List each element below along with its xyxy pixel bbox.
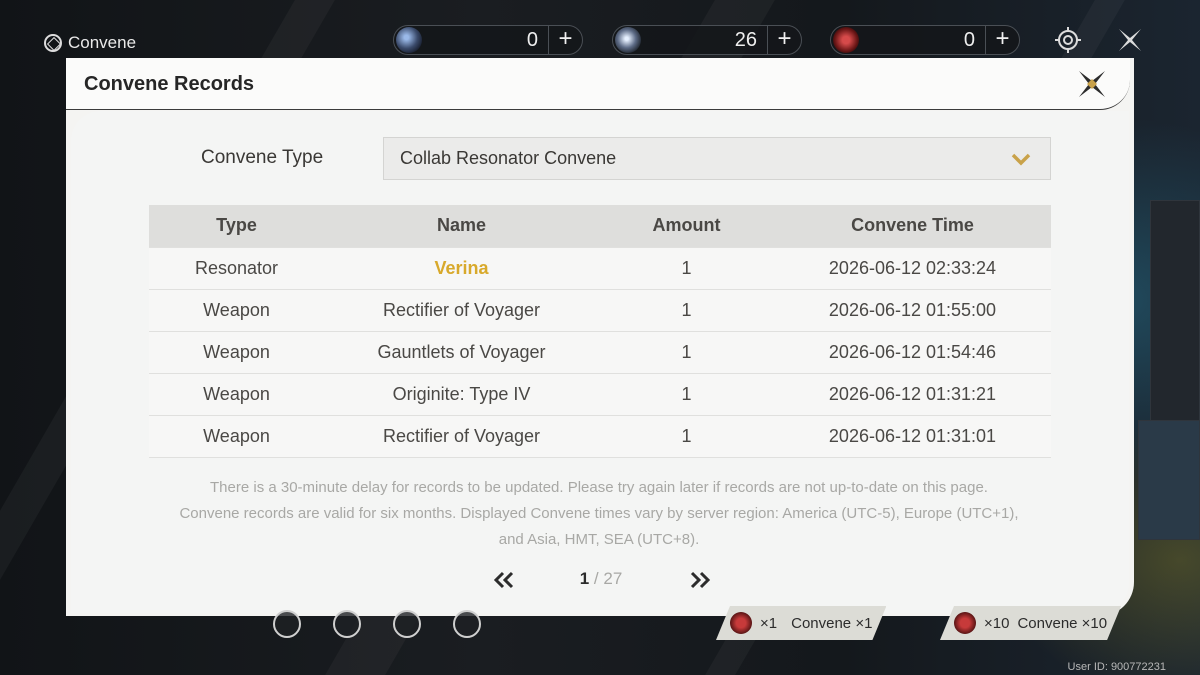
add-currency-button[interactable]: + (985, 25, 1019, 55)
page-separator: / (589, 569, 604, 588)
add-currency-button[interactable]: + (767, 25, 801, 55)
currency-radiant-tide: 0 + (830, 25, 1020, 55)
convene-type-label: Convene Type (201, 147, 324, 168)
column-header-time: Convene Time (774, 205, 1051, 247)
row-amount: 1 (599, 288, 774, 331)
radiant-tide-icon (833, 27, 859, 53)
currency-amount: 26 (734, 28, 757, 51)
note-line: There is a 30-minute delay for records t… (210, 479, 988, 496)
currency-astrite: 26 + (612, 25, 802, 55)
row-type: Weapon (149, 372, 324, 415)
note-line: and Asia, HMT, SEA (UTC+8). (498, 531, 700, 548)
table-row: Weapon Rectifier of Voyager 1 2026-06-12… (149, 288, 1051, 331)
lustrous-tide-icon (396, 27, 422, 53)
pagination: 1 / 27 (71, 565, 1129, 595)
row-name: Gauntlets of Voyager (324, 330, 599, 373)
convene-header-label: Convene (68, 33, 137, 52)
shop-cart-icon[interactable] (273, 610, 301, 638)
table-row: Weapon Originite: Type IV 1 2026-06-12 0… (149, 372, 1051, 415)
convene-x1-button[interactable]: ×1 Convene ×1 (716, 606, 886, 640)
radiant-tide-icon (954, 612, 976, 634)
user-id: User ID: 900772231 (1067, 661, 1166, 673)
convene-x10-button[interactable]: ×10 Convene ×10 (940, 606, 1121, 640)
current-page: 1 (579, 569, 590, 588)
row-amount: 1 (599, 372, 774, 415)
row-name: Verina (324, 246, 599, 289)
details-icon[interactable] (333, 610, 361, 638)
records-note: There is a 30-minute delay for records t… (111, 475, 1087, 553)
convene-type-selected: Collab Resonator Convene (400, 148, 617, 168)
row-type: Weapon (149, 414, 324, 458)
column-header-name: Name (324, 205, 599, 247)
info-icon[interactable] (393, 610, 421, 638)
exit-icon[interactable] (1115, 25, 1145, 55)
row-time: 2026-06-12 01:54:46 (774, 330, 1051, 373)
table-row: Weapon Rectifier of Voyager 1 2026-06-12… (149, 414, 1051, 458)
row-type: Weapon (149, 330, 324, 373)
next-page-button[interactable] (687, 565, 713, 595)
column-header-amount: Amount (599, 205, 774, 247)
history-icon[interactable] (453, 610, 481, 638)
currency-lustrous-tide: 0 + (393, 25, 583, 55)
add-currency-button[interactable]: + (548, 25, 582, 55)
previous-page-button[interactable] (491, 565, 517, 595)
modal-body: Convene Type Collab Resonator Convene Ty… (71, 111, 1129, 613)
row-amount: 1 (599, 330, 774, 373)
convene-records-modal: Convene Records Convene Type Collab Reso… (66, 58, 1134, 616)
row-amount: 1 (599, 414, 774, 458)
chevron-down-icon (1011, 153, 1031, 166)
currency-amount: 0 (526, 28, 538, 51)
row-time: 2026-06-12 01:55:00 (774, 288, 1051, 331)
row-name: Rectifier of Voyager (324, 414, 599, 458)
astrite-icon (615, 27, 641, 53)
table-row: Weapon Gauntlets of Voyager 1 2026-06-12… (149, 330, 1051, 373)
page-indicator: 1 / 27 (551, 569, 651, 589)
currency-amount: 0 (963, 28, 975, 51)
row-time: 2026-06-12 01:31:01 (774, 414, 1051, 458)
settings-gear-icon[interactable] (1053, 25, 1083, 55)
convene-type-dropdown[interactable]: Collab Resonator Convene (383, 137, 1051, 180)
row-name: Originite: Type IV (324, 372, 599, 415)
convene-header: Convene (44, 33, 136, 53)
convene-x10-count: ×10 (984, 614, 1010, 632)
close-icon (1079, 71, 1105, 97)
column-header-type: Type (149, 205, 324, 247)
convene-icon (44, 34, 62, 52)
row-type: Resonator (149, 246, 324, 289)
radiant-tide-icon (730, 612, 752, 634)
modal-header: Convene Records (66, 58, 1130, 110)
row-amount: 1 (599, 246, 774, 289)
convene-x1-count: ×1 (760, 614, 778, 632)
row-time: 2026-06-12 01:31:21 (774, 372, 1051, 415)
note-line: Convene records are valid for six months… (179, 505, 1019, 522)
records-table: Type Name Amount Convene Time Resonator … (149, 205, 1051, 458)
close-modal-button[interactable] (1076, 68, 1108, 100)
table-header-row: Type Name Amount Convene Time (149, 205, 1051, 247)
convene-x1-label: Convene ×1 (791, 614, 873, 632)
row-type: Weapon (149, 288, 324, 331)
table-row: Resonator Verina 1 2026-06-12 02:33:24 (149, 246, 1051, 289)
modal-title: Convene Records (84, 73, 255, 95)
row-name: Rectifier of Voyager (324, 288, 599, 331)
total-pages: 27 (603, 569, 623, 588)
convene-x10-label: Convene ×10 (1017, 614, 1108, 632)
row-time: 2026-06-12 02:33:24 (774, 246, 1051, 289)
